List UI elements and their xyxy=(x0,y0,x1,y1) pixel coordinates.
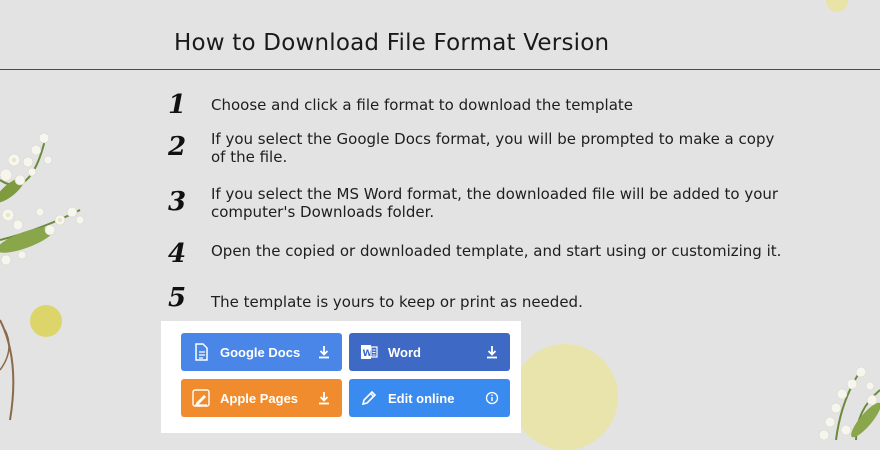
download-icon[interactable] xyxy=(485,345,499,359)
google-docs-button[interactable]: Google Docs xyxy=(181,333,342,371)
apple-pages-button[interactable]: Apple Pages xyxy=(181,379,342,417)
step-text: If you select the Google Docs format, yo… xyxy=(211,130,775,166)
step-number: 5 xyxy=(167,283,187,313)
download-icon[interactable] xyxy=(317,345,331,359)
step-text: Choose and click a file format to downlo… xyxy=(211,96,634,114)
step-number: 4 xyxy=(167,239,187,269)
title-divider xyxy=(0,69,880,70)
button-label: Word xyxy=(388,345,421,360)
step-text: The template is yours to keep or print a… xyxy=(211,293,583,311)
step-number: 1 xyxy=(167,90,187,120)
step-number: 3 xyxy=(167,187,187,217)
decorative-circle xyxy=(512,344,618,450)
button-label: Edit online xyxy=(388,391,455,406)
pencil-icon xyxy=(361,390,377,406)
pages-pen-icon xyxy=(192,389,210,407)
decorative-circle xyxy=(826,0,848,12)
flower-decoration-left xyxy=(0,132,85,421)
document-icon xyxy=(195,343,208,361)
edit-online-button[interactable]: Edit online xyxy=(349,379,510,417)
flower-decoration-right xyxy=(818,366,880,440)
download-icon[interactable] xyxy=(317,391,331,405)
word-button[interactable]: W Word xyxy=(349,333,510,371)
step-text: If you select the MS Word format, the do… xyxy=(211,185,779,221)
download-options-panel: Google Docs W Word Apple Pages Edit onli… xyxy=(161,321,521,433)
step-number: 2 xyxy=(167,132,187,162)
step-text: Open the copied or downloaded template, … xyxy=(211,242,782,260)
button-label: Google Docs xyxy=(220,345,301,360)
info-icon[interactable] xyxy=(485,391,499,405)
button-label: Apple Pages xyxy=(220,391,299,406)
word-icon: W xyxy=(361,345,378,359)
page-title: How to Download File Format Version xyxy=(174,30,610,56)
